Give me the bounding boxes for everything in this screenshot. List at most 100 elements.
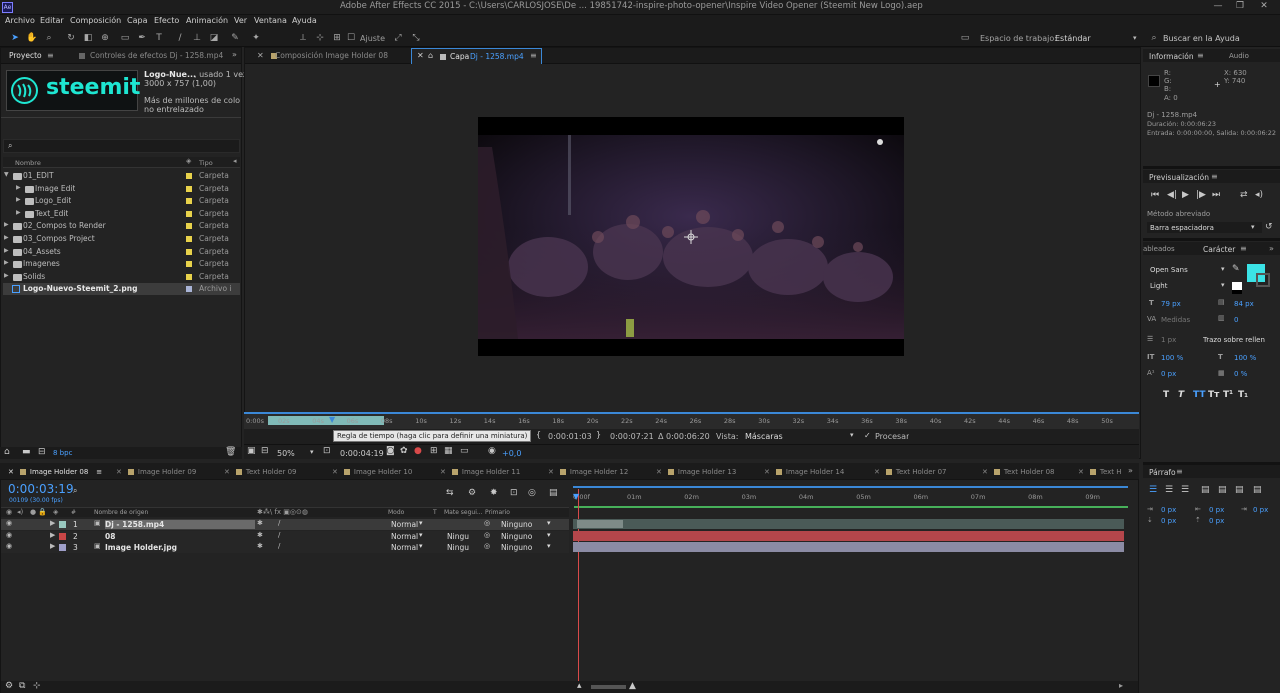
indent-left-value[interactable]: 0 px — [1161, 506, 1176, 514]
hand-tool-icon[interactable]: ✋ — [26, 32, 38, 44]
tab-info[interactable]: Información — [1149, 52, 1194, 61]
shortcut-select[interactable]: Barra espaciadora ▾ — [1147, 222, 1262, 233]
chevron-down-icon[interactable]: ▾ — [547, 542, 551, 550]
project-folder-row[interactable]: ▶ Text_Edit Carpeta — [3, 208, 240, 220]
toggle-in-out-icon[interactable]: ⊹ — [33, 681, 41, 691]
tab-project[interactable]: Proyecto — [9, 51, 42, 60]
tab-timeline-comp[interactable]: ✕ Image Holder 08 ≡ — [8, 468, 102, 476]
label-color-icon[interactable] — [186, 198, 192, 205]
chevron-down-icon[interactable]: ▾ — [419, 519, 423, 527]
project-folder-row[interactable]: ▼ 01_EDIT Carpeta — [3, 170, 240, 182]
text-style-button[interactable]: T¹ — [1223, 390, 1233, 400]
justify-all-icon[interactable]: ▤ — [1253, 485, 1262, 495]
tab-timeline-comp[interactable]: ✕ Image Holder 12 — [548, 468, 628, 476]
tab-timeline-comp[interactable]: ✕ Text Holder 09 — [224, 468, 297, 476]
prev-frame-icon[interactable]: ◀| — [1167, 190, 1177, 200]
timeline-current-time[interactable]: 0:00:03:19 — [8, 482, 74, 496]
magnification-icon[interactable]: ⊟ — [261, 446, 269, 456]
menu-lines-icon[interactable]: ≡ — [1197, 51, 1204, 60]
stroke-type-select[interactable]: Trazo sobre rellen — [1203, 336, 1277, 344]
close-icon[interactable]: ✕ — [764, 468, 770, 476]
project-search[interactable]: ⌕ — [3, 139, 240, 153]
frame-blend-icon[interactable]: ⊡ — [510, 488, 518, 498]
close-button[interactable]: ✕ — [1254, 1, 1274, 11]
reset-icon[interactable]: ↺ — [1265, 222, 1273, 232]
align-left-icon[interactable]: ☰ — [1149, 485, 1157, 495]
close-icon[interactable]: ✕ — [1078, 468, 1084, 476]
project-folder-row[interactable]: ▶ Image Edit Carpeta — [3, 183, 240, 195]
fast-preview-icon[interactable]: ▭ — [460, 446, 469, 456]
menu-archivo[interactable]: Archivo — [5, 16, 35, 25]
panel-overflow-icon[interactable]: » — [1269, 244, 1274, 253]
quality-switch-icon[interactable]: / — [278, 531, 280, 539]
timeline-ruler[interactable]: 0:00f 01m 02m 03m 04m 05m 06m 07m 08m 09m — [573, 490, 1128, 504]
motion-blur-icon[interactable]: ◎ — [528, 488, 536, 498]
layer-duration-bar[interactable] — [573, 530, 1124, 541]
label-col-icon[interactable]: ◈ — [186, 157, 191, 165]
col-mode[interactable]: Modo — [388, 509, 404, 516]
project-file-row[interactable]: Logo-Nuevo-Steemit_2.png Archivo i — [3, 283, 240, 296]
loop-icon[interactable]: ⇄ — [1240, 190, 1248, 200]
audio-icon[interactable]: ◂) — [1255, 190, 1263, 200]
playhead-icon[interactable]: ▼ — [329, 415, 335, 424]
eyedropper-icon[interactable]: ✎ — [1232, 264, 1240, 274]
panel-overflow-icon[interactable]: » — [1128, 466, 1133, 475]
selection-tool-icon[interactable]: ➤ — [9, 32, 21, 44]
project-folder-row[interactable]: ▶ Imagenes Carpeta — [3, 258, 240, 270]
pan-behind-tool-icon[interactable]: ⊕ — [99, 32, 111, 44]
layer-duration-bar[interactable] — [573, 542, 1124, 552]
justify-left-icon[interactable]: ▤ — [1201, 485, 1210, 495]
col-name[interactable]: Nombre — [15, 159, 41, 167]
out-point-bracket-icon[interactable]: } — [596, 430, 601, 439]
menu-lines-icon[interactable]: ≡ — [47, 51, 54, 60]
close-icon[interactable]: ✕ — [417, 51, 424, 60]
black-swatch[interactable] — [1232, 290, 1242, 294]
pen-tool-icon[interactable]: ✒ — [136, 32, 148, 44]
project-folder-row[interactable]: ▶ Logo_Edit Carpeta — [3, 195, 240, 207]
align-center-icon[interactable]: ☰ — [1165, 485, 1173, 495]
menu-lines-icon[interactable]: ≡ — [1176, 467, 1183, 476]
next-frame-icon[interactable]: |▶ — [1196, 190, 1206, 200]
solo-icon[interactable]: ● — [30, 508, 36, 516]
camera-tool-icon[interactable]: ◧ — [82, 32, 94, 44]
current-timecode[interactable]: 0:00:04:19 — [340, 449, 384, 458]
text-style-button[interactable]: T — [1178, 390, 1184, 400]
menu-ver[interactable]: Ver — [234, 16, 247, 25]
parent-pickwhip-icon[interactable]: ◎ — [484, 531, 490, 539]
indent-right-value[interactable]: 0 px — [1209, 506, 1224, 514]
audio-icon[interactable]: ◂) — [17, 508, 23, 516]
show-snapshot-icon[interactable]: ✿ — [400, 446, 408, 456]
lock-icon[interactable]: 🔒 — [38, 508, 47, 516]
tsume-value[interactable]: 0 % — [1234, 370, 1247, 378]
layer-row[interactable]: ◉ ▶ ▣ ✱ / ▾ ◎ ▾ 1 Dj - 1258.mp4 Normal Ninguno — [1, 519, 569, 530]
snapshot-icon[interactable]: ◙ — [386, 446, 395, 456]
collapsed-arrow-icon[interactable]: ▶ — [4, 221, 9, 228]
axis-tool-icon[interactable]: ⟂ — [297, 32, 309, 44]
out-point[interactable]: 0:00:07:21 — [610, 432, 654, 441]
bpc-toggle[interactable]: 8 bpc — [53, 449, 72, 457]
align-right-icon[interactable]: ☰ — [1181, 485, 1189, 495]
tab-character[interactable]: Carácter — [1203, 245, 1235, 254]
view-axis-icon[interactable]: ⊞ — [331, 32, 343, 44]
layer-source-name[interactable]: Image Holder.jpg — [105, 543, 177, 552]
playhead-icon[interactable]: ▼ — [573, 492, 579, 501]
chevron-down-icon[interactable]: ▾ — [850, 431, 854, 439]
close-icon[interactable]: ✕ — [8, 468, 14, 476]
indent-first-value[interactable]: 0 px — [1253, 506, 1268, 514]
close-icon[interactable]: ✕ — [257, 51, 264, 60]
always-preview-icon[interactable]: ▣ — [247, 446, 256, 456]
toggle-switches-icon[interactable]: ⚙ — [5, 681, 13, 691]
tab-timeline-comp[interactable]: ✕ Image Holder 10 — [332, 468, 412, 476]
channels-icon[interactable]: ● — [414, 446, 422, 456]
quality-switch-icon[interactable]: / — [278, 542, 280, 550]
draft-3d-icon[interactable]: ⚙ — [468, 488, 476, 498]
expand-arrow-icon[interactable]: ▶ — [50, 519, 55, 527]
tab-layer[interactable]: ✕ ⌂ Capa Dj - 1258.mp4 ≡ — [411, 48, 542, 64]
menu-animacion[interactable]: Animación — [186, 16, 228, 25]
menu-efecto[interactable]: Efecto — [154, 16, 179, 25]
layer-row[interactable]: ◉ ▶ ▣ ✱ / ▾ ◎ ▾ 3 Image Holder.jpg Normal Ningu Ning… — [1, 542, 569, 553]
stroke-width-value[interactable]: 1 px — [1161, 336, 1176, 344]
menu-lines-icon[interactable]: ≡ — [530, 51, 537, 60]
snap-option-icon[interactable]: ⤢ — [392, 32, 404, 44]
close-icon[interactable]: ✕ — [982, 468, 988, 476]
